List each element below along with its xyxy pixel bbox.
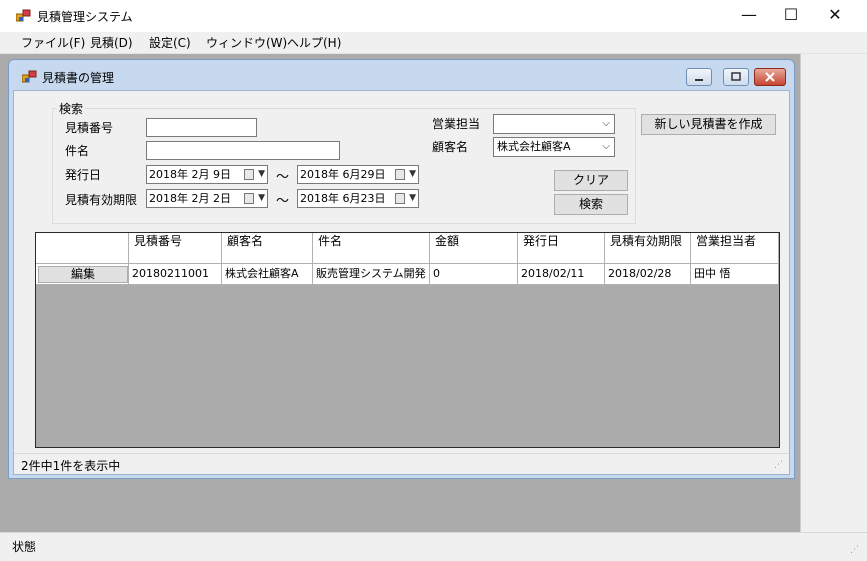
issue-date-range-separator: ～: [276, 170, 290, 185]
estimate-no-input[interactable]: [146, 118, 257, 137]
child-window-icon: [22, 70, 37, 83]
maximize-button[interactable]: ☐: [768, 0, 814, 32]
grid-header-amount[interactable]: 金額: [430, 233, 518, 264]
app-title: 見積管理システム: [37, 10, 133, 24]
restore-icon: [731, 72, 741, 81]
minimize-icon: [695, 79, 703, 81]
grid-header-subject[interactable]: 件名: [313, 233, 430, 264]
search-button[interactable]: 検索: [554, 194, 628, 215]
chevron-down-icon: ⌵: [602, 118, 610, 129]
new-estimate-button[interactable]: 新しい見積書を作成: [641, 114, 776, 135]
close-button[interactable]: ✕: [812, 0, 858, 32]
customer-combo[interactable]: 株式会社顧客A ⌵: [493, 137, 615, 157]
issue-date-to-value: 2018年 6月29日: [300, 168, 386, 181]
grid-header-rowheader: [36, 233, 129, 264]
menu-settings[interactable]: 設定(C): [149, 34, 191, 52]
issue-date-to-picker[interactable]: 2018年 6月29日 ▼: [297, 165, 419, 184]
dropdown-arrow-icon: ▼: [258, 193, 265, 203]
cell-subject[interactable]: 販売管理システム開発: [313, 264, 430, 285]
menu-window[interactable]: ウィンドウ(W): [206, 34, 287, 52]
issue-date-from-picker[interactable]: 2018年 2月 9日 ▼: [146, 165, 268, 184]
expiry-label: 見積有効期限: [65, 193, 138, 207]
search-group-legend: 検索: [57, 100, 86, 117]
cell-amount[interactable]: 0: [430, 264, 518, 285]
customer-label: 顧客名: [432, 140, 469, 154]
estimates-grid[interactable]: 見積番号 顧客名 件名 金額 発行日 見積有効期限 営業担当者 編集 20180…: [35, 232, 780, 448]
calendar-icon: [244, 193, 254, 204]
close-icon: [765, 72, 775, 82]
issue-date-label: 発行日: [65, 168, 102, 182]
menu-file[interactable]: ファイル(F): [21, 34, 85, 52]
record-count-text: 2件中1件を表示中: [21, 459, 121, 473]
sales-combo[interactable]: ⌵: [493, 114, 615, 134]
issue-date-from-value: 2018年 2月 9日: [149, 168, 231, 181]
child-minimize-button[interactable]: [686, 68, 712, 86]
minimize-button[interactable]: —: [726, 0, 772, 32]
cell-customer[interactable]: 株式会社顧客A: [222, 264, 313, 285]
cell-sales[interactable]: 田中 悟: [691, 264, 779, 285]
expiry-from-picker[interactable]: 2018年 2月 2日 ▼: [146, 189, 268, 208]
clear-button[interactable]: クリア: [554, 170, 628, 191]
background-window: [800, 54, 867, 532]
grid-header-sales[interactable]: 営業担当者: [691, 233, 779, 264]
sales-label: 営業担当: [432, 117, 481, 131]
dropdown-arrow-icon: ▼: [409, 193, 416, 203]
chevron-down-icon: ⌵: [602, 141, 610, 152]
child-window-title: 見積書の管理: [42, 71, 115, 85]
grid-header-estimate-no[interactable]: 見積番号: [129, 233, 222, 264]
grid-header-customer[interactable]: 顧客名: [222, 233, 313, 264]
resize-grip-icon[interactable]: ⋰: [850, 545, 859, 555]
edit-button[interactable]: 編集: [38, 266, 128, 283]
menu-estimate[interactable]: 見積(D): [90, 34, 133, 52]
calendar-icon: [395, 193, 405, 204]
expiry-to-value: 2018年 6月23日: [300, 192, 386, 205]
child-close-button[interactable]: [754, 68, 786, 86]
title-bar: 見積管理システム — ☐ ✕: [0, 0, 867, 32]
subject-input[interactable]: [146, 141, 340, 160]
app-icon: [16, 9, 31, 22]
child-status-bar: 2件中1件を表示中 ⋰: [14, 453, 789, 474]
app-window: 見積管理システム — ☐ ✕ ファイル(F) 見積(D) 設定(C) ウィンドウ…: [0, 0, 867, 561]
child-window: 見積書の管理 検索 見積番号 件名 発行日 2018年 2月 9日 ▼ ～ 20…: [8, 59, 795, 479]
subject-label: 件名: [65, 144, 90, 158]
main-status-text: 状態: [12, 540, 37, 554]
calendar-icon: [395, 169, 405, 180]
customer-combo-value: 株式会社顧客A: [497, 140, 571, 153]
expiry-range-separator: ～: [276, 194, 290, 209]
cell-expiry[interactable]: 2018/02/28: [605, 264, 691, 285]
estimate-no-label: 見積番号: [65, 121, 114, 135]
child-restore-button[interactable]: [723, 68, 749, 86]
resize-grip-icon[interactable]: ⋰: [774, 460, 783, 470]
grid-header-expiry[interactable]: 見積有効期限: [605, 233, 691, 264]
expiry-from-value: 2018年 2月 2日: [149, 192, 231, 205]
dropdown-arrow-icon: ▼: [258, 169, 265, 179]
expiry-to-picker[interactable]: 2018年 6月23日 ▼: [297, 189, 419, 208]
calendar-icon: [244, 169, 254, 180]
cell-issue-date[interactable]: 2018/02/11: [518, 264, 605, 285]
menu-bar: ファイル(F) 見積(D) 設定(C) ウィンドウ(W) ヘルプ(H): [0, 32, 867, 54]
child-client-area: 検索 見積番号 件名 発行日 2018年 2月 9日 ▼ ～ 2018年 6月2…: [13, 90, 790, 475]
grid-header-issue-date[interactable]: 発行日: [518, 233, 605, 264]
dropdown-arrow-icon: ▼: [409, 169, 416, 179]
cell-estimate-no[interactable]: 20180211001: [129, 264, 222, 285]
menu-help[interactable]: ヘルプ(H): [287, 34, 341, 52]
main-status-bar: 状態 ⋰: [0, 532, 867, 561]
